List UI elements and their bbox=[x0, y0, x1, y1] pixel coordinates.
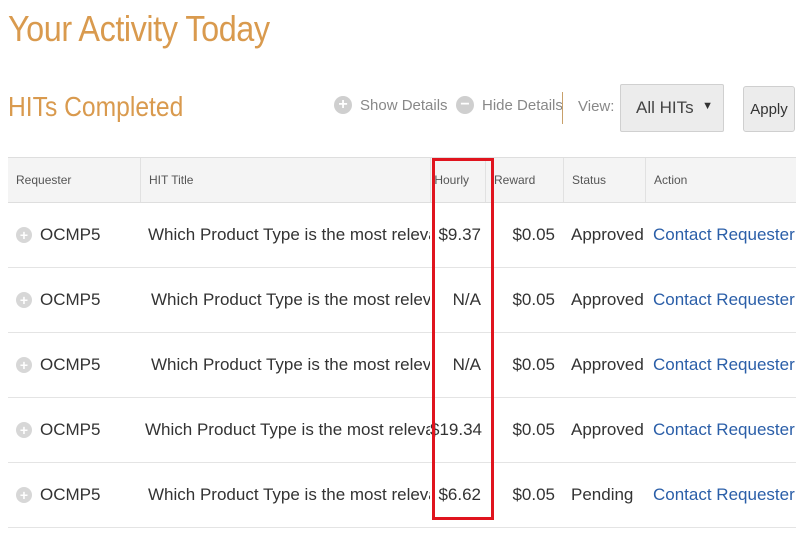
table-row: + OCMP5 Which Product Type is the most re… bbox=[8, 333, 796, 398]
hourly-cell: N/A bbox=[452, 355, 481, 374]
view-label: View: bbox=[578, 98, 615, 115]
caret-down-icon: ▼ bbox=[702, 100, 713, 112]
column-header-reward[interactable]: Reward bbox=[485, 158, 563, 202]
expand-row-icon[interactable]: + bbox=[16, 227, 32, 243]
contact-requester-link[interactable]: Contact Requester bbox=[645, 225, 796, 245]
reward-cell: $0.05 bbox=[512, 225, 555, 244]
hourly-cell: $9.37 bbox=[438, 225, 481, 244]
show-details-button[interactable]: + Show Details bbox=[334, 96, 448, 114]
status-cell: Approved bbox=[571, 225, 644, 244]
contact-requester-link[interactable]: Contact Requester bbox=[645, 420, 796, 440]
column-header-hit-title[interactable]: HIT Title bbox=[140, 158, 430, 202]
view-select[interactable]: All HITs ▼ bbox=[620, 84, 724, 132]
hit-title-cell: Which Product Type is the most relevant?… bbox=[151, 290, 430, 309]
plus-circle-icon: + bbox=[334, 96, 352, 114]
reward-cell: $0.05 bbox=[512, 290, 555, 309]
reward-cell: $0.05 bbox=[512, 485, 555, 504]
hide-details-button[interactable]: − Hide Details bbox=[456, 96, 563, 114]
expand-row-icon[interactable]: + bbox=[16, 292, 32, 308]
status-cell: Approved bbox=[571, 420, 644, 439]
expand-row-icon[interactable]: + bbox=[16, 422, 32, 438]
contact-requester-link[interactable]: Contact Requester bbox=[645, 290, 796, 310]
requester-name: OCMP5 bbox=[40, 225, 101, 244]
minus-circle-icon: − bbox=[456, 96, 474, 114]
table-row: + OCMP5 Which Product Type is the most re… bbox=[8, 268, 796, 333]
hit-title-cell: Which Product Type is the most relevant?… bbox=[151, 355, 430, 374]
requester-cell: + OCMP5 bbox=[8, 355, 140, 375]
requester-cell: + OCMP5 bbox=[8, 225, 140, 245]
requester-cell: + OCMP5 bbox=[8, 485, 140, 505]
hit-title-cell: Which Product Type is the most relevant?… bbox=[148, 485, 430, 504]
expand-row-icon[interactable]: + bbox=[16, 357, 32, 373]
requester-name: OCMP5 bbox=[40, 355, 101, 374]
hourly-cell: N/A bbox=[452, 290, 481, 309]
table-header: Requester HIT Title Hourly Reward Status… bbox=[8, 157, 796, 203]
table-row: + OCMP5 Which Product Type is the most re… bbox=[8, 463, 796, 528]
contact-requester-link[interactable]: Contact Requester bbox=[645, 485, 796, 505]
apply-button[interactable]: Apply bbox=[743, 86, 795, 132]
column-header-status[interactable]: Status bbox=[563, 158, 645, 202]
hide-details-label: Hide Details bbox=[482, 96, 563, 114]
table-row: + OCMP5 Which Product Type is the most re… bbox=[8, 203, 796, 268]
hit-title-cell: Which Product Type is the most relevant.… bbox=[145, 420, 430, 439]
toolbar-divider bbox=[562, 92, 563, 124]
expand-row-icon[interactable]: + bbox=[16, 487, 32, 503]
hit-title-cell: Which Product Type is the most relevant?… bbox=[148, 225, 430, 244]
requester-name: OCMP5 bbox=[40, 485, 101, 504]
requester-cell: + OCMP5 bbox=[8, 290, 140, 310]
contact-requester-link[interactable]: Contact Requester bbox=[645, 355, 796, 375]
page-title: Your Activity Today bbox=[8, 8, 270, 49]
status-cell: Approved bbox=[571, 355, 644, 374]
hits-table: Requester HIT Title Hourly Reward Status… bbox=[8, 157, 796, 528]
reward-cell: $0.05 bbox=[512, 355, 555, 374]
status-cell: Approved bbox=[571, 290, 644, 309]
hourly-cell: $6.62 bbox=[438, 485, 481, 504]
status-cell: Pending bbox=[571, 485, 634, 504]
requester-name: OCMP5 bbox=[40, 420, 101, 439]
reward-cell: $0.05 bbox=[512, 420, 555, 439]
table-row: + OCMP5 Which Product Type is the most re… bbox=[8, 398, 796, 463]
requester-cell: + OCMP5 bbox=[8, 420, 140, 440]
requester-name: OCMP5 bbox=[40, 290, 101, 309]
view-select-value: All HITs bbox=[636, 98, 694, 117]
show-details-label: Show Details bbox=[360, 96, 448, 114]
column-header-action[interactable]: Action bbox=[645, 158, 796, 202]
column-header-hourly[interactable]: Hourly bbox=[430, 158, 485, 202]
section-title: HITs Completed bbox=[8, 91, 184, 122]
column-header-requester[interactable]: Requester bbox=[8, 158, 140, 202]
hourly-cell: $19.34 bbox=[430, 420, 482, 439]
